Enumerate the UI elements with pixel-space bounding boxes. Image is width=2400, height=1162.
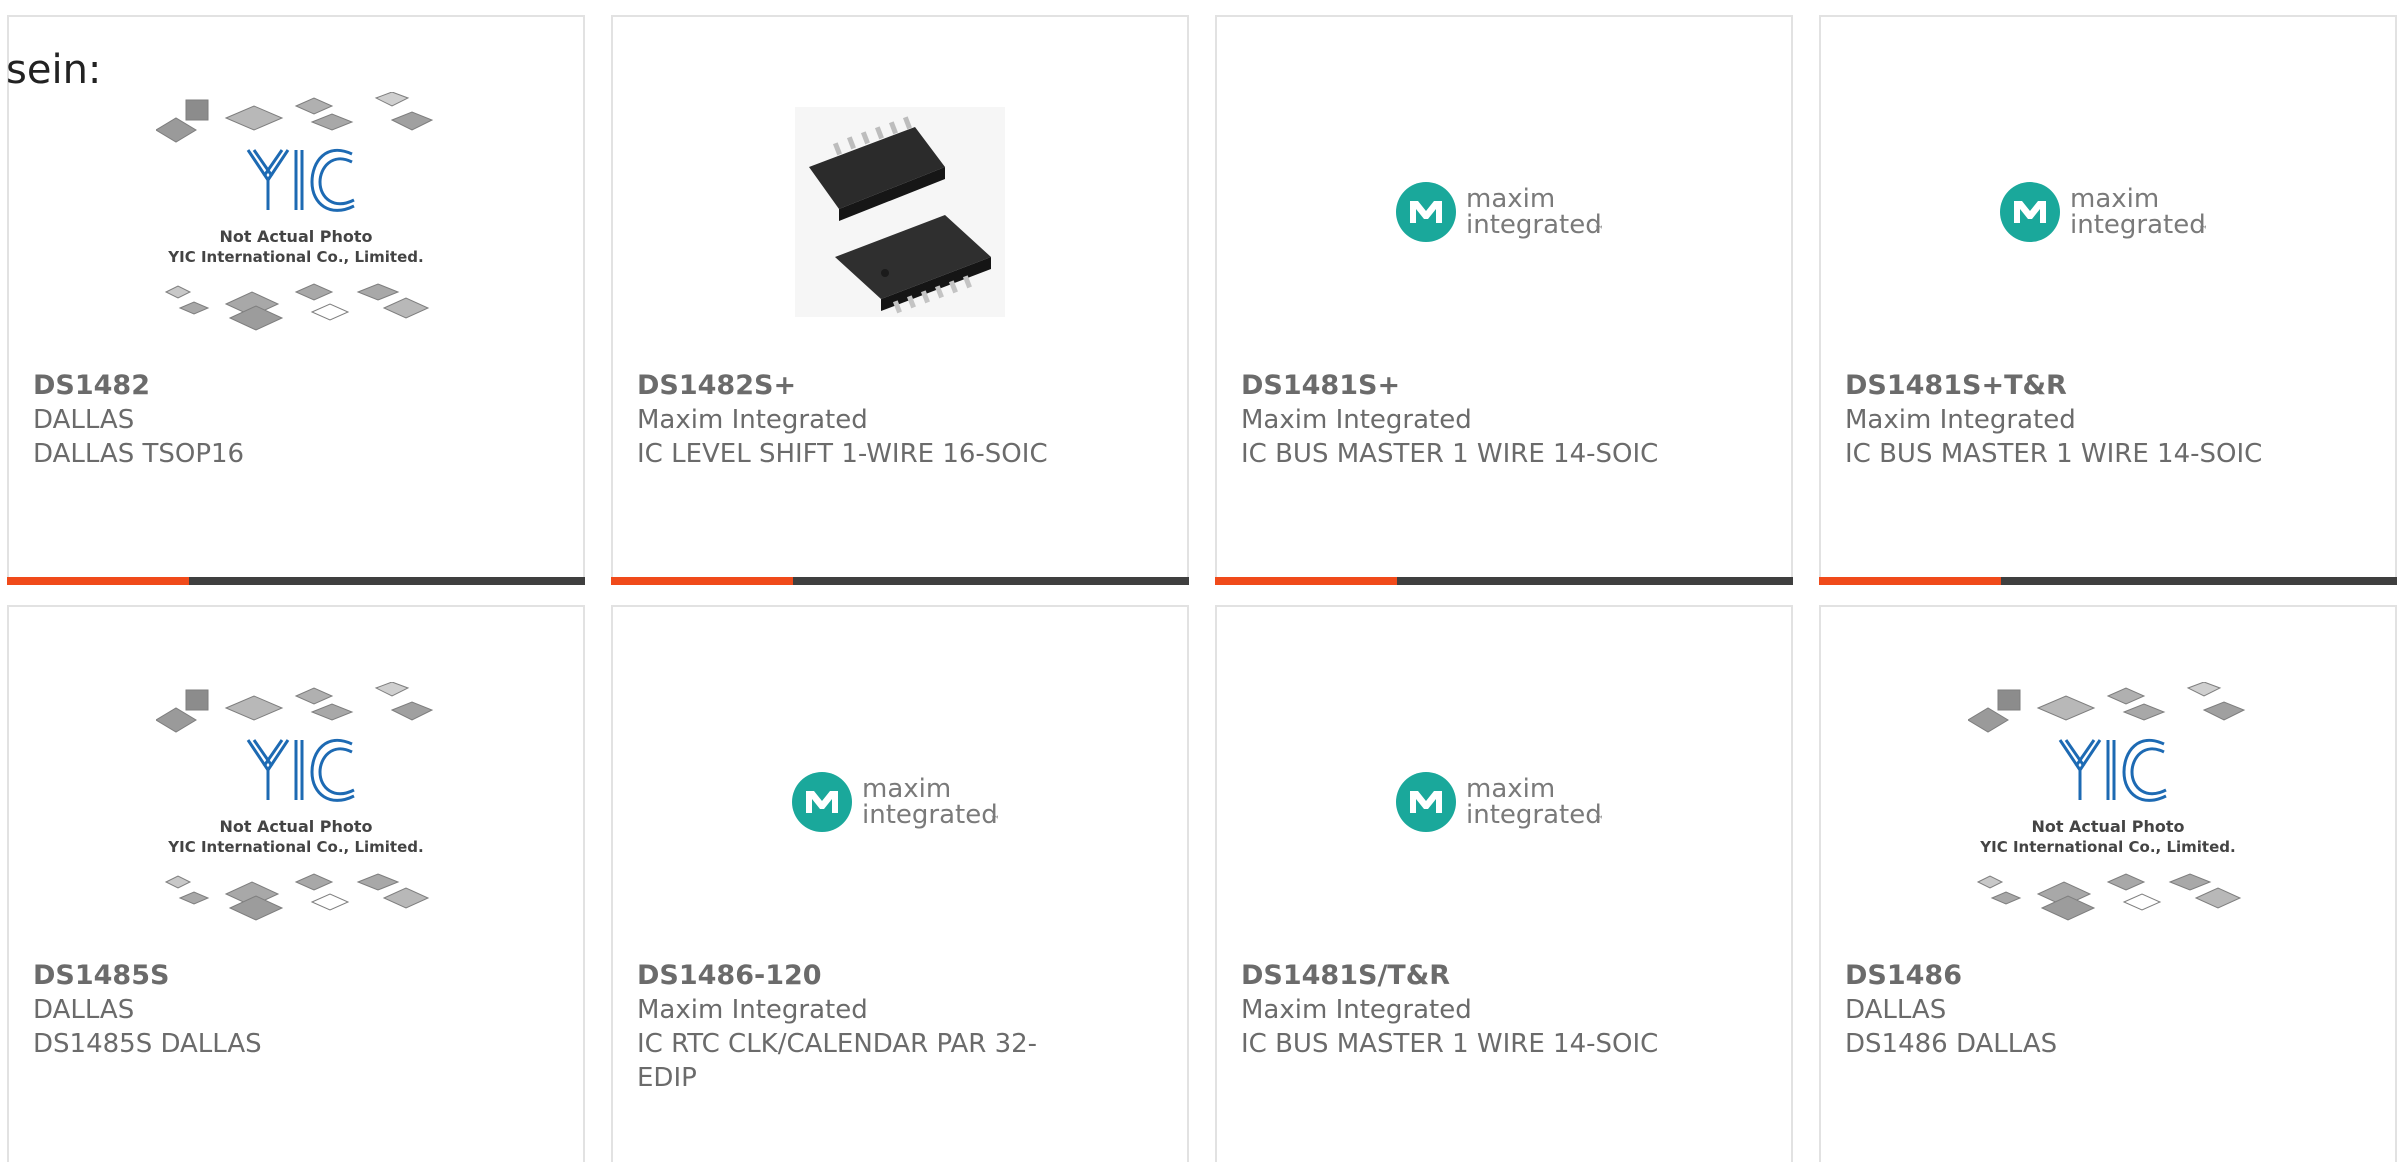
product-card[interactable]: Not Actual Photo YIC International Co., … xyxy=(1819,605,2397,1162)
product-image[interactable]: Not Actual Photo YIC International Co., … xyxy=(1821,647,2395,957)
manufacturer: Maxim Integrated xyxy=(637,995,868,1025)
description: DALLAS TSOP16 xyxy=(33,439,245,469)
product-info: DS1486 DALLAS DS1486 DALLAS xyxy=(1845,959,2371,1061)
part-number-link[interactable]: DS1486 xyxy=(1845,959,2371,993)
card-bottom-bar xyxy=(611,577,1189,585)
card-bottom-bar xyxy=(1819,577,2397,585)
description: IC RTC CLK/CALENDAR PAR 32-EDIP xyxy=(637,1029,1038,1093)
product-card[interactable]: DS1482S+ Maxim Integrated IC LEVEL SHIFT… xyxy=(611,15,1189,585)
product-image[interactable]: Not Actual Photo YIC International Co., … xyxy=(9,57,583,367)
product-image[interactable]: maxim integrated ™ xyxy=(1217,57,1791,367)
part-number-link[interactable]: DS1481S+ xyxy=(1241,369,1767,403)
product-image[interactable]: Not Actual Photo YIC International Co., … xyxy=(9,647,583,957)
placeholder-caption-line2: YIC International Co., Limited. xyxy=(167,838,423,856)
maxim-logo-icon: maxim integrated ™ xyxy=(792,772,1000,832)
yic-placeholder-icon: Not Actual Photo YIC International Co., … xyxy=(1968,682,2246,921)
part-number-link[interactable]: DS1486-120 xyxy=(637,959,1163,993)
maxim-logo-word2: integrated xyxy=(862,800,998,830)
placeholder-caption-line2: YIC International Co., Limited. xyxy=(1979,838,2235,856)
manufacturer: DALLAS xyxy=(33,995,135,1025)
yic-placeholder-icon: Not Actual Photo YIC International Co., … xyxy=(156,92,434,331)
manufacturer: DALLAS xyxy=(33,405,135,435)
maxim-logo-icon: maxim integrated ™ xyxy=(2000,182,2208,242)
part-number-link[interactable]: DS1481S/T&R xyxy=(1241,959,1767,993)
maxim-logo-word2: integrated xyxy=(2070,210,2206,240)
manufacturer: Maxim Integrated xyxy=(1241,995,1472,1025)
product-card[interactable]: Not Actual Photo YIC International Co., … xyxy=(7,605,585,1162)
product-card[interactable]: maxim integrated ™ DS1481S+ Maxim Integr… xyxy=(1215,15,1793,585)
product-info: DS1482 DALLAS DALLAS TSOP16 xyxy=(33,369,559,471)
product-card[interactable]: maxim integrated ™ DS1486-120 Maxim Inte… xyxy=(611,605,1189,1162)
product-image[interactable]: maxim integrated ™ xyxy=(1821,57,2395,367)
description: IC BUS MASTER 1 WIRE 14-SOIC xyxy=(1241,1029,1659,1059)
card-accent-bar xyxy=(611,577,793,585)
maxim-logo-tm: ™ xyxy=(990,815,1000,826)
placeholder-caption-line1: Not Actual Photo xyxy=(219,227,372,246)
product-info: DS1485S DALLAS DS1485S DALLAS xyxy=(33,959,559,1061)
maxim-logo-icon: maxim integrated ™ xyxy=(1396,182,1604,242)
product-image[interactable] xyxy=(613,57,1187,367)
soic-chip-photo-icon xyxy=(795,107,1005,317)
product-info: DS1482S+ Maxim Integrated IC LEVEL SHIFT… xyxy=(637,369,1163,471)
part-number-link[interactable]: DS1482S+ xyxy=(637,369,1163,403)
manufacturer: DALLAS xyxy=(1845,995,1947,1025)
product-card[interactable]: maxim integrated ™ DS1481S+T&R Maxim Int… xyxy=(1819,15,2397,585)
part-number-link[interactable]: DS1485S xyxy=(33,959,559,993)
maxim-logo-tm: ™ xyxy=(1594,815,1604,826)
product-info: DS1481S+T&R Maxim Integrated IC BUS MAST… xyxy=(1845,369,2371,471)
product-grid-page: sein: Not Actual Photo YIC International… xyxy=(0,0,2400,1162)
placeholder-caption-line2: YIC International Co., Limited. xyxy=(167,248,423,266)
product-image[interactable]: maxim integrated ™ xyxy=(613,647,1187,957)
product-info: DS1486-120 Maxim Integrated IC RTC CLK/C… xyxy=(637,959,1163,1095)
card-accent-bar xyxy=(1819,577,2001,585)
product-info: DS1481S/T&R Maxim Integrated IC BUS MAST… xyxy=(1241,959,1767,1061)
card-bottom-bar xyxy=(7,577,585,585)
placeholder-caption-line1: Not Actual Photo xyxy=(219,817,372,836)
maxim-logo-word2: integrated xyxy=(1466,800,1602,830)
product-info: DS1481S+ Maxim Integrated IC BUS MASTER … xyxy=(1241,369,1767,471)
placeholder-caption-line1: Not Actual Photo xyxy=(2031,817,2184,836)
part-number-link[interactable]: DS1482 xyxy=(33,369,559,403)
maxim-logo-icon: maxim integrated ™ xyxy=(1396,772,1604,832)
description: IC BUS MASTER 1 WIRE 14-SOIC xyxy=(1241,439,1659,469)
description: IC LEVEL SHIFT 1-WIRE 16-SOIC xyxy=(637,439,1048,469)
part-number-link[interactable]: DS1481S+T&R xyxy=(1845,369,2371,403)
maxim-logo-tm: ™ xyxy=(2198,225,2208,236)
card-bottom-bar xyxy=(1215,577,1793,585)
maxim-logo-tm: ™ xyxy=(1594,225,1604,236)
description: DS1486 DALLAS xyxy=(1845,1029,2058,1059)
yic-placeholder-icon: Not Actual Photo YIC International Co., … xyxy=(156,682,434,921)
card-accent-bar xyxy=(7,577,189,585)
manufacturer: Maxim Integrated xyxy=(637,405,868,435)
intro-text: sein: xyxy=(6,47,102,93)
product-card[interactable]: maxim integrated ™ DS1481S/T&R Maxim Int… xyxy=(1215,605,1793,1162)
product-image[interactable]: maxim integrated ™ xyxy=(1217,647,1791,957)
manufacturer: Maxim Integrated xyxy=(1241,405,1472,435)
card-accent-bar xyxy=(1215,577,1397,585)
description: DS1485S DALLAS xyxy=(33,1029,262,1059)
maxim-logo-word2: integrated xyxy=(1466,210,1602,240)
manufacturer: Maxim Integrated xyxy=(1845,405,2076,435)
product-card[interactable]: Not Actual Photo YIC International Co., … xyxy=(7,15,585,585)
description: IC BUS MASTER 1 WIRE 14-SOIC xyxy=(1845,439,2263,469)
